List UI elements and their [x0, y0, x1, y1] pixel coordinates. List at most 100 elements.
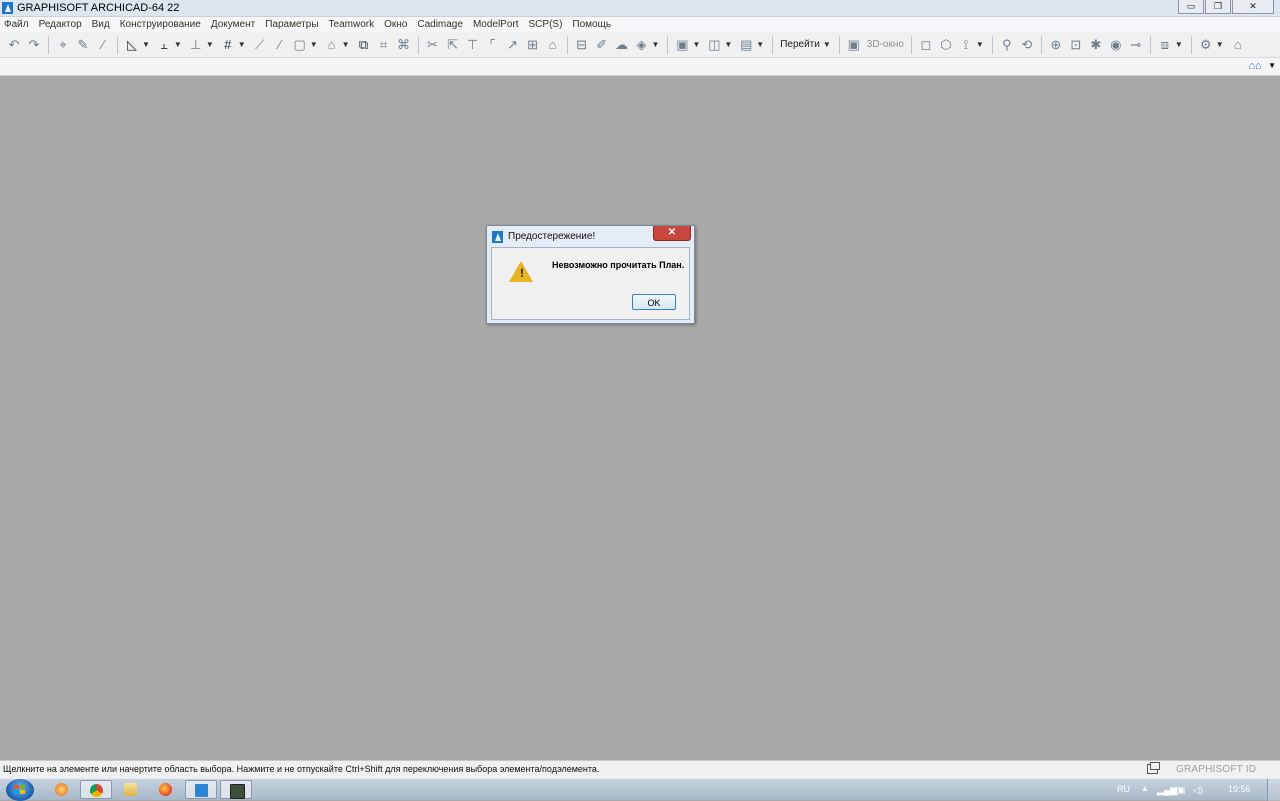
- show-desktop-button[interactable]: [1267, 779, 1280, 801]
- axonometry-icon[interactable]: ⟟: [958, 37, 974, 53]
- chevron-down-icon[interactable]: ▼: [724, 40, 732, 49]
- settings-icon[interactable]: ⚙: [1198, 37, 1214, 53]
- walk-icon[interactable]: ⚲: [999, 37, 1015, 53]
- taskbar-chrome[interactable]: [80, 780, 112, 799]
- chevron-down-icon[interactable]: ▼: [142, 40, 150, 49]
- intersect-icon[interactable]: ⊤: [465, 37, 481, 53]
- chevron-down-icon[interactable]: ▼: [652, 40, 660, 49]
- tray-expand-icon[interactable]: ▲: [1141, 784, 1149, 793]
- taskbar-remote-desktop[interactable]: [220, 780, 252, 799]
- close-window-button[interactable]: ✕: [1232, 0, 1274, 14]
- menu-design[interactable]: Конструирование: [120, 19, 201, 30]
- pencil-icon[interactable]: ∕: [272, 37, 288, 53]
- undo-icon[interactable]: ↶: [6, 37, 22, 53]
- roof-icon[interactable]: ⌂: [545, 37, 561, 53]
- hide-icon[interactable]: ⊸: [1128, 37, 1144, 53]
- solid-operations-icon[interactable]: ⊟: [574, 37, 590, 53]
- taskbar-archicad[interactable]: [185, 780, 217, 799]
- edit-icon[interactable]: ✐: [594, 37, 610, 53]
- floor-plan-icon[interactable]: ▣: [674, 37, 690, 53]
- menu-teamwork[interactable]: Teamwork: [329, 19, 375, 30]
- chevron-down-icon[interactable]: ▼: [206, 40, 214, 49]
- chevron-down-icon[interactable]: ▼: [238, 40, 246, 49]
- chevron-down-icon[interactable]: ▼: [692, 40, 700, 49]
- menu-view[interactable]: Вид: [92, 19, 110, 30]
- chevron-down-icon[interactable]: ▼: [823, 40, 831, 49]
- menu-modelport[interactable]: ModelPort: [473, 19, 519, 30]
- explore-icon[interactable]: ✱: [1088, 37, 1104, 53]
- guide-lines-icon[interactable]: ◺: [124, 37, 140, 53]
- clock[interactable]: 19:56: [1228, 784, 1251, 794]
- ok-button[interactable]: OK: [632, 294, 676, 310]
- view-map-icon[interactable]: ⌂⌂: [1244, 60, 1266, 72]
- taskbar: RU ▲ ▂▄▆ ▣ ◁) 19:56: [0, 778, 1280, 801]
- zoom-area-icon[interactable]: ⊡: [1068, 37, 1084, 53]
- menu-edit[interactable]: Редактор: [39, 19, 82, 30]
- group-icon[interactable]: ⧉: [356, 37, 372, 53]
- chevron-down-icon[interactable]: ▼: [1268, 60, 1276, 72]
- layout-icon[interactable]: ▤: [738, 37, 754, 53]
- workspace[interactable]: [0, 76, 1280, 760]
- chevron-down-icon[interactable]: ▼: [310, 40, 318, 49]
- pick-up-parameters-icon[interactable]: ⌖: [55, 37, 71, 53]
- trace-icon[interactable]: ⟋: [252, 37, 268, 53]
- dialog-close-button[interactable]: ✕: [653, 226, 691, 241]
- split-icon[interactable]: ⊞: [525, 37, 541, 53]
- menu-help[interactable]: Помощь: [572, 19, 611, 30]
- chevron-down-icon[interactable]: ▼: [1216, 40, 1224, 49]
- snap-points-icon[interactable]: ⊥: [188, 37, 204, 53]
- zoom-fit-icon[interactable]: ⊕: [1048, 37, 1064, 53]
- layers-icon[interactable]: ▢: [292, 37, 308, 53]
- taskbar-firefox[interactable]: [150, 780, 182, 799]
- ungroup-icon[interactable]: ⌗: [376, 37, 392, 53]
- windows-icon[interactable]: [1147, 762, 1160, 774]
- scissors-icon[interactable]: ✂: [425, 37, 441, 53]
- goto-button[interactable]: Перейти: [780, 39, 820, 50]
- orbit-icon[interactable]: ⟲: [1019, 37, 1035, 53]
- morph-icon[interactable]: ◈: [634, 37, 650, 53]
- chevron-down-icon[interactable]: ▼: [1175, 40, 1183, 49]
- cube-icon[interactable]: ⬡: [938, 37, 954, 53]
- eyedropper-icon[interactable]: ⁄: [95, 37, 111, 53]
- home-view-icon[interactable]: ⌂: [1230, 37, 1246, 53]
- language-indicator[interactable]: RU: [1117, 784, 1130, 794]
- adjust-icon[interactable]: ⇱: [445, 37, 461, 53]
- menu-file[interactable]: Файл: [4, 19, 29, 30]
- grid-snap-icon[interactable]: #: [220, 37, 236, 53]
- chevron-down-icon[interactable]: ▼: [342, 40, 350, 49]
- menu-options[interactable]: Параметры: [265, 19, 318, 30]
- minimize-button[interactable]: ▭: [1178, 0, 1204, 14]
- menu-window[interactable]: Окно: [384, 19, 407, 30]
- menu-scps[interactable]: SCP(S): [529, 19, 563, 30]
- snap-guides-icon[interactable]: ⫠: [156, 37, 172, 53]
- 3d-window-button[interactable]: 3D-окно: [867, 39, 904, 50]
- taskbar-media-player[interactable]: [46, 780, 78, 799]
- network-icon[interactable]: ▣: [1177, 785, 1187, 795]
- start-button[interactable]: [6, 779, 34, 801]
- offset-icon[interactable]: ↗: [505, 37, 521, 53]
- graphisoft-id-button[interactable]: GRAPHISOFT ID: [1176, 764, 1256, 775]
- network-signal-icon[interactable]: ▂▄▆: [1157, 785, 1177, 795]
- redo-icon[interactable]: ↷: [26, 37, 42, 53]
- box-icon[interactable]: ◻: [918, 37, 934, 53]
- chevron-down-icon[interactable]: ▼: [976, 40, 984, 49]
- inject-parameters-icon[interactable]: ✎: [75, 37, 91, 53]
- suspend-groups-icon[interactable]: ⌘: [396, 37, 412, 53]
- cloud-icon[interactable]: ☁: [614, 37, 630, 53]
- chevron-down-icon[interactable]: ▼: [174, 40, 182, 49]
- toolbar-separator: [1040, 35, 1042, 54]
- eye-icon[interactable]: ◉: [1108, 37, 1124, 53]
- 3d-window-icon[interactable]: ▣: [846, 37, 862, 53]
- toolbar-separator: [417, 35, 419, 54]
- volume-icon[interactable]: ◁): [1193, 785, 1203, 795]
- menu-cadimage[interactable]: Cadimage: [417, 19, 463, 30]
- section-icon[interactable]: ◫: [706, 37, 722, 53]
- lock-icon[interactable]: ⌂: [324, 37, 340, 53]
- toolbar-separator: [1149, 35, 1151, 54]
- restore-button[interactable]: ❐: [1205, 0, 1231, 14]
- render-icon[interactable]: ⧈: [1157, 37, 1173, 53]
- fillet-icon[interactable]: ⌜: [485, 37, 501, 53]
- menu-document[interactable]: Документ: [211, 19, 255, 30]
- taskbar-file-explorer[interactable]: [115, 780, 147, 799]
- chevron-down-icon[interactable]: ▼: [756, 40, 764, 49]
